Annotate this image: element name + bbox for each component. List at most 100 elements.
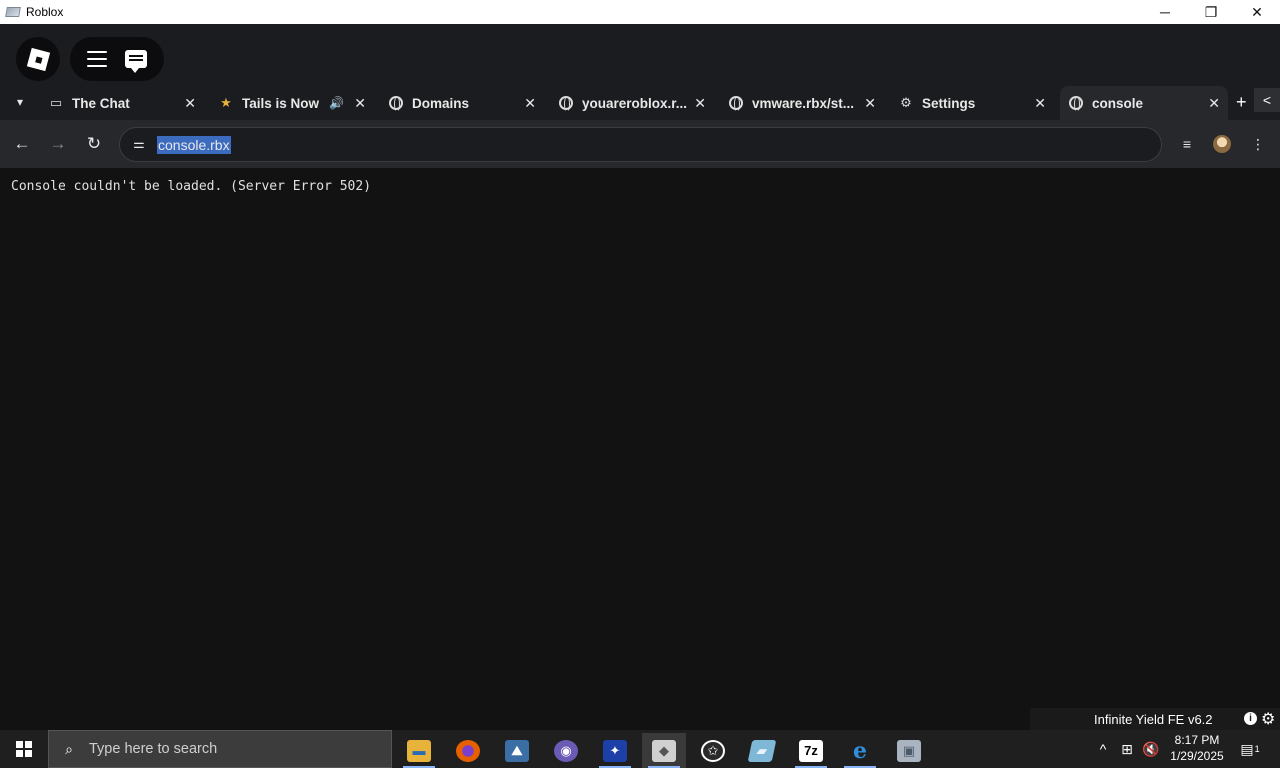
roblox-menu-button[interactable] [16,37,60,81]
tab-console[interactable]: console ✕ [1060,86,1228,120]
globe-icon [388,95,404,112]
tab-label: youareroblox.r... [582,95,688,111]
minimize-button[interactable]: ─ [1142,0,1188,24]
close-tab-icon[interactable]: ✕ [524,95,536,112]
search-icon: ⌕ [65,740,73,757]
close-tab-icon[interactable]: ✕ [694,95,706,112]
taskbar-clock[interactable]: 8:17 PM 1/29/2025 [1164,732,1230,764]
tab-settings[interactable]: ⚙ Settings ✕ [890,86,1054,120]
volume-muted-icon[interactable]: 🔇 [1140,730,1162,768]
tab-label: The Chat [72,95,130,111]
start-button[interactable] [0,730,48,768]
infinite-yield-title: Infinite Yield FE v6.2 [1094,711,1213,727]
tab-label: console [1092,95,1144,111]
globe-icon [1068,95,1084,112]
tray-chevron-icon[interactable]: ^ [1094,730,1112,768]
tab-tails-is-now[interactable]: ★ Tails is Now 🔊 ✕ [210,86,374,120]
window-controls: ─ ❐ ✕ [1142,0,1280,24]
taskbar-notes-app-icon[interactable]: ▰ [740,733,784,768]
tails-icon: ★ [220,95,232,110]
hamburger-menu-icon[interactable] [87,51,107,67]
roblox-logo-icon [26,47,50,71]
site-settings-icon[interactable]: ⚌ [130,135,148,153]
tab-vmware[interactable]: vmware.rbx/st... ✕ [720,86,884,120]
scroll-tabs-button[interactable]: < [1254,88,1280,112]
taskbar-star-app-icon[interactable]: ✩ [691,733,735,768]
chat-icon[interactable] [125,50,147,73]
tab-label: Settings [922,95,976,111]
taskbar-purple-app-icon[interactable]: ◉ [544,733,588,768]
window-title: Roblox [26,5,64,19]
notes-app-icon: ▰ [747,739,777,762]
notification-count: 1 [1254,744,1260,754]
taskbar-edge-legacy-icon[interactable]: e [838,733,882,768]
taskbar-firefox-icon[interactable]: ● [446,733,490,768]
windows-logo-icon [16,741,32,757]
tab-youareroblox[interactable]: youareroblox.r... ✕ [550,86,714,120]
roblox-app-icon [5,7,21,17]
taskbar-7zip-icon[interactable]: 7z [789,733,833,768]
browser-menu-icon[interactable]: ⋮ [1246,132,1270,156]
info-icon[interactable]: i [1244,712,1257,725]
close-tab-icon[interactable]: ✕ [354,95,366,112]
taskbar-game-icon[interactable]: ⛰ [495,733,539,768]
media-controls-icon[interactable]: ≡ [1175,132,1199,156]
7zip-icon: 7z [799,739,823,762]
browser-navbar: ← → ↻ ⚌ console.rbx ≡ ⋮ [0,120,1280,168]
file-explorer-icon: ▬ [407,739,431,762]
blue-app-icon: ✦ [603,739,627,762]
infinite-yield-bar[interactable]: Infinite Yield FE v6.2 i ⚙ [1030,708,1280,730]
taskbar-blue-app-icon[interactable]: ✦ [593,733,637,768]
profile-avatar-button[interactable] [1210,132,1234,156]
globe-icon [558,95,574,112]
taskbar-roblox-icon[interactable]: ◆ [642,733,686,768]
address-bar[interactable]: ⚌ console.rbx [119,127,1162,162]
close-tab-icon[interactable]: ✕ [1034,95,1046,112]
windows-taskbar: ⌕ Type here to search ▬ ● ⛰ ◉ ✦ ◆ ✩ ▰ 7z… [0,730,1280,768]
close-tab-icon[interactable]: ✕ [864,95,876,112]
close-tab-icon[interactable]: ✕ [184,95,196,112]
tab-label: vmware.rbx/st... [752,95,855,111]
purple-app-icon: ◉ [554,739,578,762]
clock-time: 8:17 PM [1174,733,1220,747]
console-error-message: Console couldn't be loaded. (Server Erro… [11,179,372,194]
remote-app-icon: ▣ [897,739,921,762]
speaker-icon[interactable]: 🔊 [329,96,344,110]
roblox-topbar [0,24,1280,84]
clock-date: 1/29/2025 [1170,749,1224,763]
chat-bubble-icon: ▭ [49,95,63,110]
action-center-icon[interactable]: ▤ 1 [1236,730,1264,768]
close-window-button[interactable]: ✕ [1234,0,1280,24]
taskbar-search-box[interactable]: ⌕ Type here to search [48,730,392,768]
tab-the-chat[interactable]: ▭ The Chat ✕ [40,86,204,120]
roblox-icon: ◆ [652,739,676,762]
restore-button[interactable]: ❐ [1188,0,1234,24]
network-icon[interactable]: ⊞ [1116,730,1138,768]
game-2025-icon: ⛰ [505,739,529,762]
search-placeholder: Type here to search [89,741,218,757]
window-titlebar: Roblox ─ ❐ ✕ [0,0,1280,24]
browser-tabstrip: ▾ ▭ The Chat ✕ ★ Tails is Now 🔊 ✕ Domain… [0,84,1280,120]
globe-icon [728,95,744,112]
tab-search-dropdown[interactable]: ▾ [8,92,32,112]
taskbar-file-explorer-icon[interactable]: ▬ [397,733,441,768]
notification-icon: ▤ [1240,740,1254,757]
new-tab-button[interactable]: + [1236,92,1247,113]
back-button[interactable]: ← [10,132,34,156]
address-url[interactable]: console.rbx [157,136,231,154]
topbar-menu-pill [70,37,164,81]
star-app-icon: ✩ [701,739,725,762]
firefox-icon: ● [456,739,480,762]
tab-label: Domains [412,95,470,111]
gear-icon[interactable]: ⚙ [1261,709,1275,729]
tab-domains[interactable]: Domains ✕ [380,86,544,120]
tab-label: Tails is Now [242,95,320,111]
edge-legacy-icon: e [853,737,867,764]
avatar [1213,135,1231,153]
page-content: Console couldn't be loaded. (Server Erro… [0,168,1280,708]
taskbar-remote-app-icon[interactable]: ▣ [887,733,931,768]
reload-button[interactable]: ↻ [82,132,106,156]
gear-icon: ⚙ [900,95,912,110]
forward-button[interactable]: → [46,132,70,156]
close-tab-icon[interactable]: ✕ [1208,95,1220,112]
